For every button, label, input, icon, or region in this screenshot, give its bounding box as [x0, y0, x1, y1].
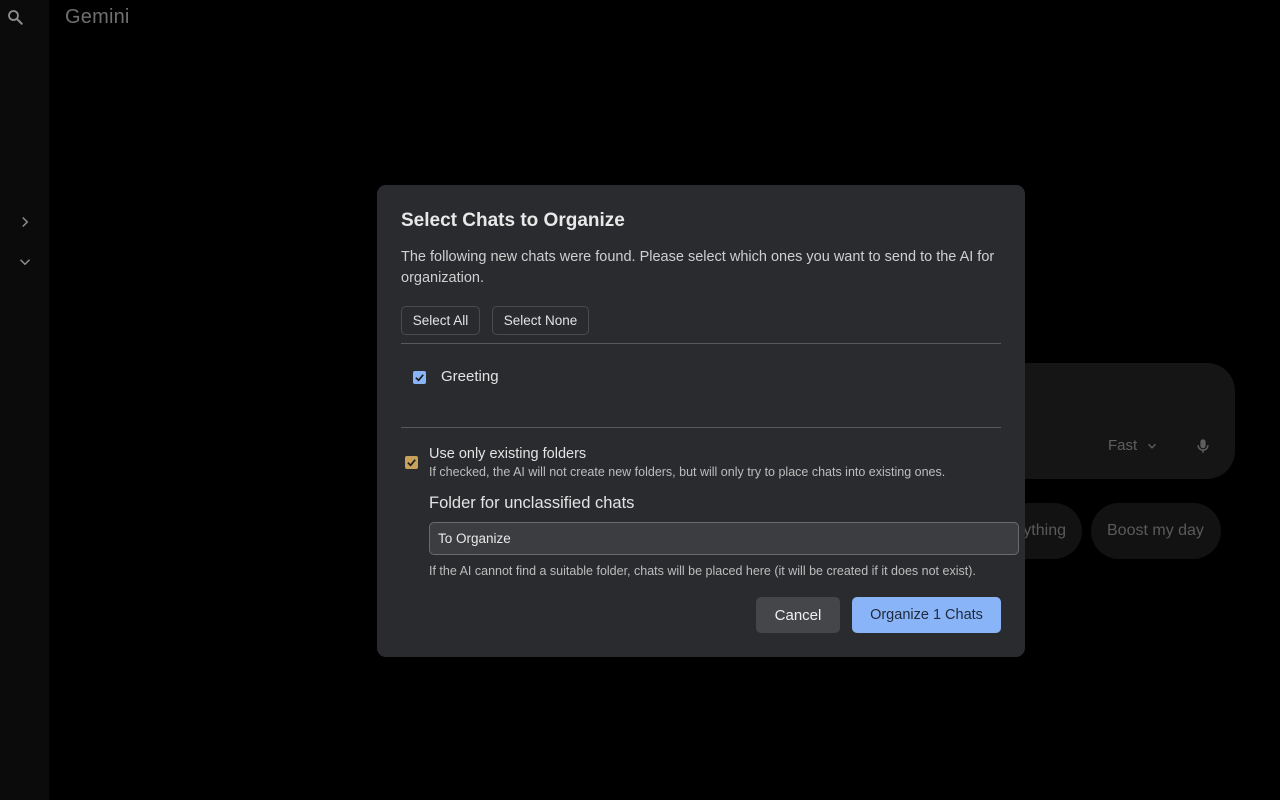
chat-label: Greeting	[441, 368, 499, 385]
select-none-button[interactable]: Select None	[492, 306, 589, 335]
dialog-title: Select Chats to Organize	[401, 210, 625, 231]
existing-folders-checkbox[interactable]	[405, 456, 418, 469]
checkmark-icon	[407, 459, 416, 467]
app-title: Gemini	[65, 6, 130, 28]
search-icon[interactable]	[6, 8, 24, 26]
organize-button[interactable]: Organize 1 Chats	[852, 597, 1001, 633]
checkmark-icon	[415, 374, 424, 382]
dialog-description: The following new chats were found. Plea…	[401, 249, 995, 286]
folder-heading: Folder for unclassified chats	[429, 494, 635, 512]
side-rail	[0, 0, 49, 800]
folder-input[interactable]	[429, 522, 1019, 555]
chat-checkbox-greeting[interactable]	[413, 371, 426, 384]
mode-label: Fast	[1108, 437, 1138, 454]
divider	[401, 343, 1001, 344]
folder-help: If the AI cannot find a suitable folder,…	[429, 564, 976, 578]
select-all-button[interactable]: Select All	[401, 306, 480, 335]
microphone-icon[interactable]	[1194, 436, 1212, 456]
chevron-down-icon[interactable]	[16, 253, 34, 271]
chevron-down-icon	[1148, 443, 1157, 449]
chevron-right-icon[interactable]	[16, 213, 34, 231]
divider	[401, 427, 1001, 428]
existing-folders-help: If checked, the AI will not create new f…	[429, 465, 946, 479]
suggestion-chip-boost[interactable]: Boost my day	[1091, 503, 1221, 559]
mode-selector[interactable]: Fast	[1108, 437, 1159, 454]
existing-folders-label: Use only existing folders	[429, 446, 587, 462]
organize-dialog: Select Chats to Organize The following n…	[377, 185, 1025, 657]
cancel-button[interactable]: Cancel	[756, 597, 840, 633]
